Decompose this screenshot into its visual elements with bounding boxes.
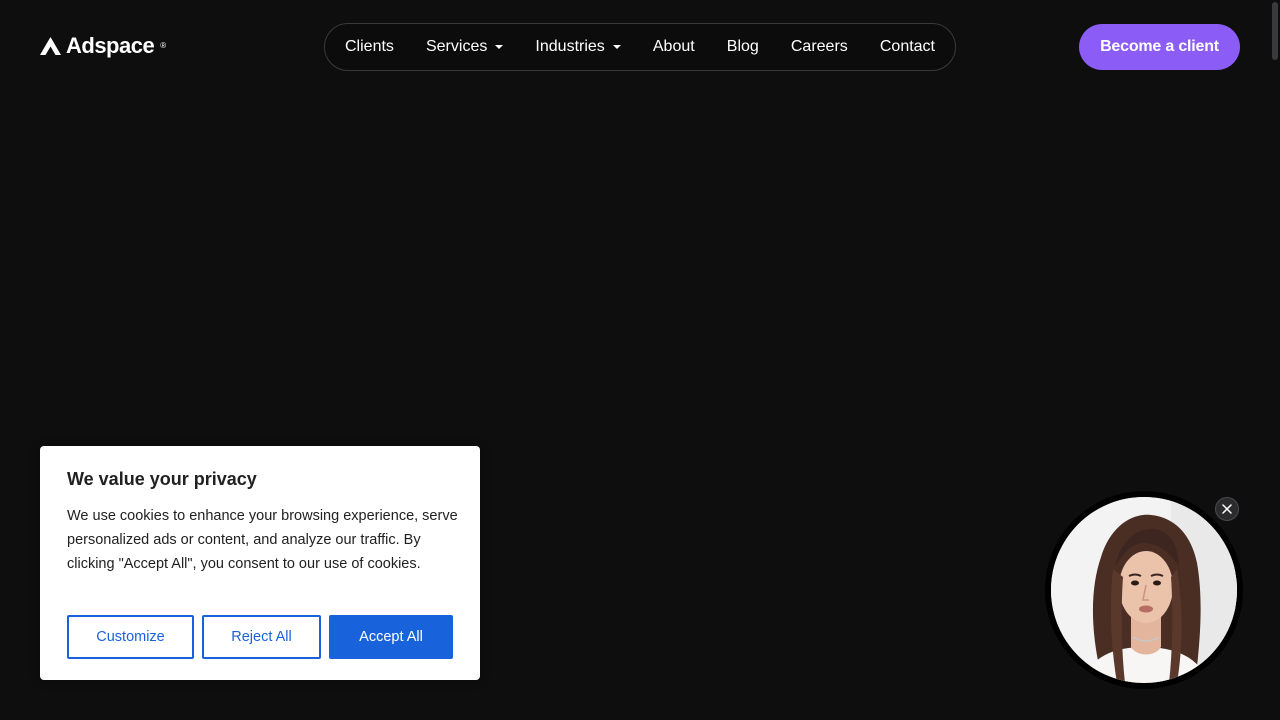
cookie-banner-title: We value your privacy [67, 469, 257, 489]
caret-down-icon [612, 45, 621, 49]
nav-item-clients[interactable]: Clients [345, 38, 394, 56]
brand-logo[interactable]: Adspace ® [40, 32, 166, 60]
nav-item-label: Industries [535, 38, 605, 55]
accept-all-button[interactable]: Accept All [329, 615, 453, 659]
nav-item-label: Clients [345, 38, 394, 55]
nav-item-services[interactable]: Services [425, 38, 504, 56]
caret-down-icon [495, 45, 504, 49]
nav-item-careers[interactable]: Careers [791, 38, 848, 56]
video-widget[interactable] [1045, 491, 1243, 689]
nav-item-label: Services [425, 38, 488, 55]
scrollbar-thumb[interactable] [1272, 2, 1278, 60]
close-icon [1222, 504, 1232, 514]
main-navigation: Clients Services Industries About Blog C… [324, 23, 956, 71]
cookie-banner-text: We use cookies to enhance your browsing … [67, 508, 458, 572]
brand-name: Adspace [66, 33, 155, 58]
nav-item-label: Careers [790, 38, 848, 55]
nav-item-about[interactable]: About [653, 38, 695, 56]
cookie-button-group: Customize Reject All Accept All [67, 615, 453, 659]
close-video-button[interactable] [1215, 497, 1239, 521]
page-scrollbar[interactable] [1270, 0, 1280, 720]
reject-all-button[interactable]: Reject All [202, 615, 321, 659]
nav-item-blog[interactable]: Blog [727, 38, 759, 56]
customize-button[interactable]: Customize [67, 615, 194, 659]
nav-item-contact[interactable]: Contact [880, 38, 935, 56]
become-client-button[interactable]: Become a client [1079, 24, 1240, 70]
video-preview[interactable] [1051, 497, 1237, 683]
nav-item-label: Contact [879, 38, 935, 55]
brand-registered-mark: ® [160, 41, 167, 50]
page: Adspace ® Clients Services Industries Abo… [0, 0, 1280, 720]
presenter-video-frame [1051, 497, 1237, 683]
nav-item-label: Blog [726, 38, 759, 55]
adspace-logo-icon [40, 37, 61, 55]
cookie-consent-banner: We value your privacy We use cookies to … [40, 446, 480, 680]
nav-item-industries[interactable]: Industries [535, 38, 621, 56]
nav-item-label: About [652, 38, 695, 55]
